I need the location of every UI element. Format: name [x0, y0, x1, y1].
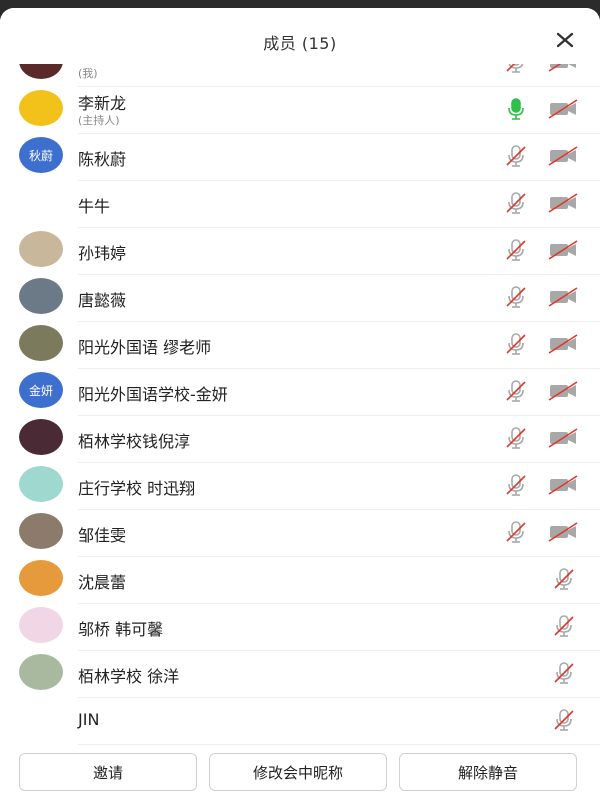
camera-off-icon[interactable] [548, 428, 578, 448]
microphone-muted-icon[interactable] [504, 473, 528, 497]
microphone-muted-icon[interactable] [552, 614, 576, 638]
camera-off-icon[interactable] [548, 381, 578, 401]
member-name: 李新龙 [78, 94, 127, 113]
member-name: 邹佳雯 [78, 526, 127, 545]
microphone-muted-icon[interactable] [504, 285, 528, 309]
member-role: (我) [78, 67, 98, 80]
avatar [19, 560, 63, 596]
member-name: JIN [78, 710, 100, 729]
avatar [19, 654, 63, 690]
camera-off-icon[interactable] [548, 334, 578, 354]
member-name: 栢林学校钱倪淳 [78, 432, 191, 451]
close-icon[interactable] [554, 29, 576, 51]
member-row[interactable]: 庄行学校 时迅翔 [0, 463, 600, 510]
microphone-muted-icon[interactable] [504, 426, 528, 450]
avatar [19, 184, 63, 220]
microphone-muted-icon[interactable] [552, 708, 576, 732]
member-name: 陈秋蔚 [78, 150, 127, 169]
action-bar: 邀请 修改会中昵称 解除静音 [0, 748, 600, 804]
avatar [19, 278, 63, 314]
avatar: 金妍 [19, 372, 63, 408]
avatar [19, 513, 63, 549]
panel-title: 成员 (15) [263, 34, 337, 53]
member-row[interactable]: 李新龙 (主持人) [0, 87, 600, 134]
member-row[interactable]: 阳光外国语 缪老师 [0, 322, 600, 369]
microphone-muted-icon[interactable] [504, 332, 528, 356]
microphone-muted-icon[interactable] [504, 379, 528, 403]
member-list: 庄行学校 金艺滢(我)李新龙(主持人)秋蔚陈秋蔚牛牛孙玮婷唐懿薇阳光外国语 缪老… [0, 40, 600, 745]
microphone-muted-icon[interactable] [552, 661, 576, 685]
avatar [19, 607, 63, 643]
member-name: 阳光外国语 缪老师 [78, 338, 212, 357]
microphone-muted-icon[interactable] [504, 191, 528, 215]
microphone-muted-icon[interactable] [504, 520, 528, 544]
member-row[interactable]: 秋蔚 陈秋蔚 [0, 134, 600, 181]
member-row[interactable]: 栢林学校 徐洋 [0, 651, 600, 698]
member-row[interactable]: 邹佳雯 [0, 510, 600, 557]
member-name: 阳光外国语学校-金妍 [78, 385, 228, 404]
member-name: 邬桥 韩可馨 [78, 620, 164, 639]
avatar: 秋蔚 [19, 137, 63, 173]
member-row[interactable]: JIN [0, 698, 600, 745]
member-name: 庄行学校 时迅翔 [78, 479, 196, 498]
avatar-initials: 金妍 [28, 383, 53, 398]
member-row[interactable]: 孙玮婷 [0, 228, 600, 275]
rename-button[interactable]: 修改会中昵称 [209, 753, 387, 791]
panel-header: 成员 (15) [0, 8, 600, 64]
member-name: 唐懿薇 [78, 291, 127, 310]
microphone-muted-icon[interactable] [504, 238, 528, 262]
avatar [19, 466, 63, 502]
avatar [19, 231, 63, 267]
camera-off-icon[interactable] [548, 193, 578, 213]
member-row[interactable]: 唐懿薇 [0, 275, 600, 322]
members-panel: 成员 (15) 庄行学校 金艺滢(我)李新龙(主持人)秋蔚陈秋蔚牛牛孙玮婷唐懿薇… [0, 8, 600, 804]
microphone-muted-icon[interactable] [552, 567, 576, 591]
avatar [19, 419, 63, 455]
invite-button[interactable]: 邀请 [19, 753, 197, 791]
microphone-muted-icon[interactable] [504, 144, 528, 168]
unmute-button[interactable]: 解除静音 [399, 753, 577, 791]
member-row[interactable]: 栢林学校钱倪淳 [0, 416, 600, 463]
camera-off-icon[interactable] [548, 287, 578, 307]
member-name: 栢林学校 徐洋 [78, 667, 180, 686]
camera-off-icon[interactable] [548, 475, 578, 495]
microphone-icon[interactable] [504, 97, 528, 121]
member-name: 沈晨蕾 [78, 573, 127, 592]
avatar [19, 90, 63, 126]
camera-off-icon[interactable] [548, 240, 578, 260]
camera-off-icon[interactable] [548, 99, 578, 119]
member-row[interactable]: 金妍 阳光外国语学校-金妍 [0, 369, 600, 416]
member-row[interactable]: 牛牛 [0, 181, 600, 228]
member-role: (主持人) [78, 114, 120, 127]
member-name: 孙玮婷 [78, 244, 127, 263]
member-row[interactable]: 邬桥 韩可馨 [0, 604, 600, 651]
camera-off-icon[interactable] [548, 522, 578, 542]
avatar [19, 325, 63, 361]
camera-off-icon[interactable] [548, 146, 578, 166]
divider [78, 744, 600, 745]
avatar-initials: 秋蔚 [28, 148, 53, 163]
member-name: 牛牛 [78, 197, 111, 216]
member-row[interactable]: 沈晨蕾 [0, 557, 600, 604]
